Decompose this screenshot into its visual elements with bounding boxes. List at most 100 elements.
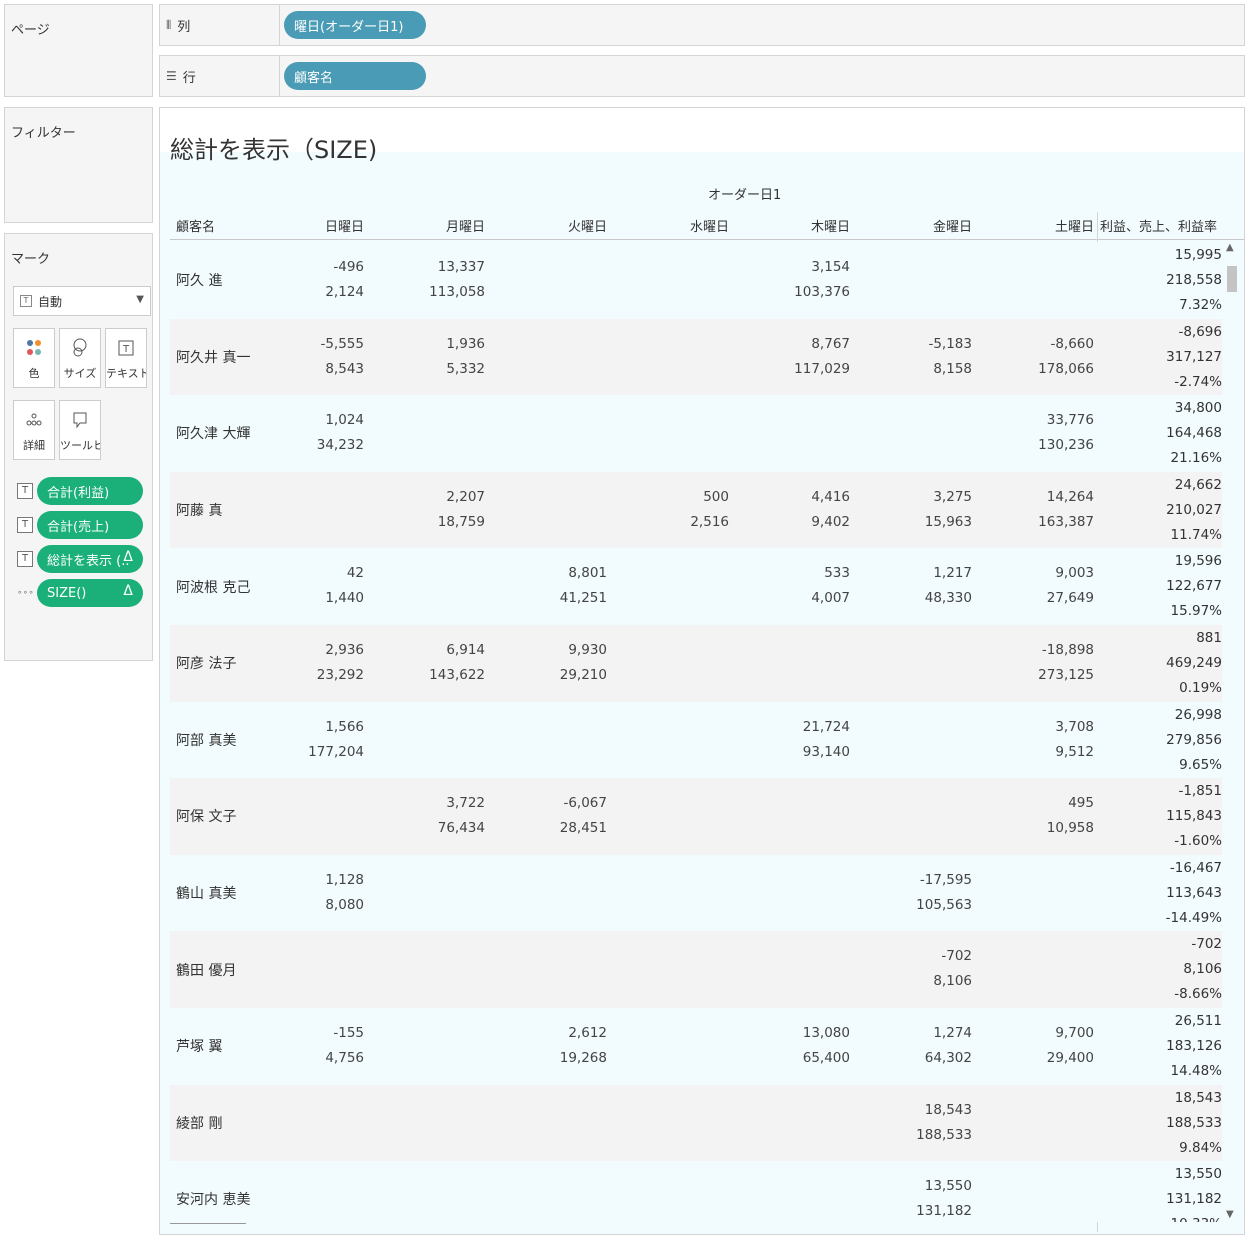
sales-value: 18,759 xyxy=(437,513,485,530)
color-button[interactable]: 色 xyxy=(13,328,55,388)
viz-sheet: 総計を表示（SIZE) オーダー日1 顧客名 日曜日 月曜日 火曜日 水曜日 木… xyxy=(159,107,1245,1235)
sum-sales-pill[interactable]: 合計(売上) xyxy=(37,511,143,539)
total-margin: -1.60% xyxy=(1174,833,1222,850)
customer-name-cell[interactable]: 阿彦 法子 xyxy=(176,653,236,673)
profit-value: 4,416 xyxy=(811,488,850,505)
pill-label: 曜日(オーダー日1) xyxy=(294,19,404,35)
profit-value: 13,550 xyxy=(924,1178,972,1195)
profit-value: -8,660 xyxy=(1050,335,1094,352)
table-row[interactable]: 阿久 進 -496 2,124 13,337 113,058 3,154 103,376 15… xyxy=(170,242,1222,319)
sales-value: 113,058 xyxy=(429,284,485,300)
scroll-up-icon[interactable]: ▲ xyxy=(1226,242,1234,253)
columns-shelf[interactable]: ⦀ 列 曜日(オーダー日1) xyxy=(159,4,1245,46)
profit-value: 1,128 xyxy=(325,871,364,888)
table-row[interactable]: 安河内 恵美 13,550 131,182 13,550 131,182 10.33% xyxy=(170,1161,1222,1222)
table-row[interactable]: 阿久井 真一 -5,555 8,543 1,936 5,332 8,767 117,029 -… xyxy=(170,318,1222,396)
size-calc-pill[interactable]: SIZE() Δ xyxy=(37,579,143,607)
pages-panel[interactable]: ページ xyxy=(4,4,153,97)
sales-value: 29,210 xyxy=(559,667,607,683)
table-row[interactable]: 綾部 剛 18,543 188,533 18,543 188,533 9.84% xyxy=(170,1084,1222,1162)
text-button[interactable]: T テキスト xyxy=(105,328,147,388)
table-row[interactable]: 阿藤 真 2,207 18,759 500 2,516 4,416 9,402 3,275 15… xyxy=(170,471,1222,549)
table-row[interactable]: 鶴山 真美 1,128 8,080 -17,595 105,563 -16,467 113,… xyxy=(170,854,1222,932)
sales-value: 163,387 xyxy=(1038,513,1094,530)
header-saturday[interactable]: 土曜日 xyxy=(1024,216,1094,235)
sales-value: 8,543 xyxy=(325,360,364,377)
tableau-workspace: ページ フィルター マーク T 自動 ▼ 色 サイズ T テキスト 詳細 ツール… xyxy=(0,0,1245,1245)
mark-pill-row: T 合計(利益) xyxy=(17,477,143,505)
customer-name-pill[interactable]: 顧客名 xyxy=(284,62,426,90)
profit-value: 8,801 xyxy=(568,565,607,582)
total-sales: 113,643 xyxy=(1166,884,1222,901)
detail-dots-icon xyxy=(14,409,54,431)
sales-value: 34,232 xyxy=(316,437,364,454)
show-total-calc-pill[interactable]: 総計を表示 (.. Δ xyxy=(37,545,143,573)
header-total[interactable]: 利益、売上、利益率 xyxy=(1100,216,1217,235)
total-profit: -1,851 xyxy=(1178,783,1222,800)
rows-shelf[interactable]: ☰ 行 顧客名 xyxy=(159,55,1245,97)
table-row[interactable]: 阿部 真美 1,566 177,204 21,724 93,140 3,708 9,512 2… xyxy=(170,701,1222,779)
sum-profit-pill[interactable]: 合計(利益) xyxy=(37,477,143,505)
profit-value: 2,612 xyxy=(568,1025,607,1041)
table-row[interactable]: 阿保 文子 3,722 76,434 -6,067 28,451 495 10,958 -1,… xyxy=(170,778,1222,855)
total-profit: 19,596 xyxy=(1174,553,1222,570)
profit-value: -5,555 xyxy=(320,335,364,352)
scroll-thumb[interactable] xyxy=(1227,266,1237,292)
sales-value: 1,440 xyxy=(325,590,364,607)
customer-name-cell[interactable]: 鶴山 真美 xyxy=(176,883,236,903)
header-wednesday[interactable]: 水曜日 xyxy=(659,216,729,235)
weekday-order-date-pill[interactable]: 曜日(オーダー日1) xyxy=(284,11,426,39)
total-profit: 34,800 xyxy=(1174,400,1222,417)
total-sales: 115,843 xyxy=(1166,808,1222,825)
detail-encoding-icon: ∘∘∘ xyxy=(17,588,34,598)
header-thursday[interactable]: 木曜日 xyxy=(780,216,850,235)
table-row[interactable]: 阿彦 法子 2,936 23,292 6,914 143,622 9,930 29,210 -… xyxy=(170,625,1222,702)
tooltip-button[interactable]: ツールヒ… xyxy=(59,400,101,460)
vertical-scrollbar[interactable]: ▲ ▼ xyxy=(1223,242,1241,1222)
sales-value: 103,376 xyxy=(794,284,850,300)
detail-button[interactable]: 詳細 xyxy=(13,400,55,460)
header-monday[interactable]: 月曜日 xyxy=(415,216,485,235)
mark-pill-row: T 合計(売上) xyxy=(17,511,143,539)
size-button[interactable]: サイズ xyxy=(59,328,101,388)
customer-name-cell[interactable]: 芦塚 翼 xyxy=(176,1036,222,1056)
customer-name-cell[interactable]: 鶴田 優月 xyxy=(176,960,236,980)
customer-name-cell[interactable]: 安河内 恵美 xyxy=(176,1189,250,1209)
customer-name-cell[interactable]: 阿久井 真一 xyxy=(176,347,250,367)
total-profit: 15,995 xyxy=(1174,247,1222,263)
profit-value: 1,936 xyxy=(446,335,485,352)
customer-name-cell[interactable]: 阿部 真美 xyxy=(176,730,236,750)
scroll-down-icon[interactable]: ▼ xyxy=(1226,1209,1234,1220)
sales-value: 5,332 xyxy=(446,360,485,377)
total-sales: 8,106 xyxy=(1183,961,1222,978)
table-row[interactable]: 阿波根 克己 42 1,440 8,801 41,251 533 4,007 1,217 48,… xyxy=(170,548,1222,625)
customer-name-cell[interactable]: 阿保 文子 xyxy=(176,806,236,826)
chevron-down-icon: ▼ xyxy=(136,294,144,305)
total-profit: 26,998 xyxy=(1174,706,1222,723)
table-row[interactable]: 芦塚 翼 -155 4,756 2,612 19,268 13,080 65,400 1,27… xyxy=(170,1008,1222,1085)
customer-name-cell[interactable]: 阿藤 真 xyxy=(176,500,222,520)
sales-value: 2,516 xyxy=(690,513,729,530)
profit-value: 2,207 xyxy=(446,488,485,505)
table-row[interactable]: 鶴田 優月 -702 8,106 -702 8,106 -8.66% xyxy=(170,931,1222,1008)
size-circles-icon xyxy=(60,337,100,359)
table-row[interactable]: 阿久津 大輝 1,024 34,232 33,776 130,236 34,800 164,… xyxy=(170,395,1222,472)
filters-panel[interactable]: フィルター xyxy=(4,107,153,223)
header-tuesday[interactable]: 火曜日 xyxy=(537,216,607,235)
profit-value: 8,767 xyxy=(811,335,850,352)
customer-name-cell[interactable]: 阿波根 克己 xyxy=(176,577,250,597)
header-friday[interactable]: 金曜日 xyxy=(902,216,972,235)
sales-value: 8,080 xyxy=(325,896,364,913)
sales-value: 76,434 xyxy=(437,820,485,837)
total-profit: 24,662 xyxy=(1174,476,1222,493)
header-customer-name[interactable]: 顧客名 xyxy=(176,216,215,235)
sales-value: 64,302 xyxy=(924,1050,972,1066)
mark-type-dropdown[interactable]: T 自動 ▼ xyxy=(13,286,151,316)
pill-label: SIZE() xyxy=(47,585,87,601)
customer-name-cell[interactable]: 阿久津 大輝 xyxy=(176,423,250,443)
sales-value: 143,622 xyxy=(429,667,485,683)
customer-name-cell[interactable]: 綾部 剛 xyxy=(176,1113,222,1133)
header-sunday[interactable]: 日曜日 xyxy=(294,216,364,235)
customer-name-cell[interactable]: 阿久 進 xyxy=(176,270,222,290)
sales-value: 178,066 xyxy=(1038,360,1094,377)
